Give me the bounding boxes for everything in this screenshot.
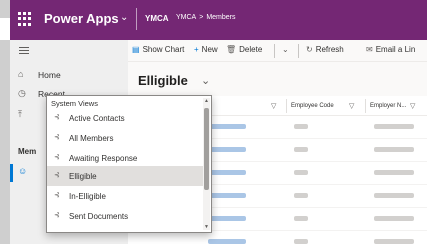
- column-divider: [365, 99, 366, 113]
- dropdown-scrollbar[interactable]: ▲ ▼: [203, 98, 210, 230]
- pin-icon: ⤒: [18, 109, 22, 119]
- view-option-awaiting-response[interactable]: ⊰ Awaiting Response: [47, 148, 203, 168]
- view-option-label: Active Contacts: [69, 114, 125, 123]
- cell-employer: [374, 216, 414, 221]
- scroll-up-icon[interactable]: ▲: [204, 98, 209, 104]
- column-header-employer-name[interactable]: Employer N...: [370, 103, 406, 109]
- command-bar: ▤ Show Chart + New 🗑 Delete ⌄ ↻ Refresh ✉ Ema…: [128, 40, 427, 62]
- refresh-icon: ↻: [306, 45, 313, 54]
- new-label: New: [201, 45, 218, 54]
- divider: [298, 44, 299, 58]
- background-window-edge: [0, 0, 10, 244]
- column-divider: [286, 99, 287, 113]
- pin-icon[interactable]: ⊰: [54, 171, 60, 179]
- view-option-label: Sent Documents: [69, 212, 129, 221]
- divider: [274, 44, 275, 58]
- org-name[interactable]: YMCA: [145, 14, 169, 23]
- pin-icon[interactable]: ⊰: [54, 133, 60, 141]
- view-option-sent-documents[interactable]: ⊰ Sent Documents: [47, 206, 203, 226]
- delete-label: Delete: [239, 45, 263, 54]
- chevron-down-icon[interactable]: ⌄: [120, 12, 128, 23]
- delete-button[interactable]: 🗑 Delete: [226, 45, 262, 54]
- new-button[interactable]: + New: [194, 45, 218, 54]
- view-option-all-members[interactable]: ⊰ All Members: [47, 128, 203, 148]
- breadcrumb: YMCA > Members: [176, 14, 236, 21]
- clock-icon: ◷: [18, 88, 26, 98]
- view-option-active-contacts[interactable]: ⊰ Active Contacts: [47, 108, 203, 128]
- top-bar: Power Apps ⌄ YMCA YMCA > Members: [10, 0, 427, 40]
- email-link-label: Email a Lin: [375, 45, 416, 54]
- filter-icon[interactable]: ▽: [410, 102, 415, 110]
- waffle-icon[interactable]: [18, 12, 32, 26]
- show-chart-label: Show Chart: [142, 45, 185, 54]
- cell-name-link[interactable]: [208, 124, 246, 129]
- hamburger-menu-icon[interactable]: [19, 47, 29, 56]
- dropdown-group-header: System Views: [51, 99, 98, 108]
- cell-employee-code: [294, 147, 308, 152]
- person-icon: ☺: [18, 166, 28, 176]
- pin-icon[interactable]: ⊰: [54, 113, 60, 121]
- pin-icon[interactable]: ⊰: [54, 211, 60, 219]
- cell-employee-code: [294, 124, 308, 129]
- cell-name-link[interactable]: [208, 239, 246, 244]
- cell-employer: [374, 147, 414, 152]
- view-selector-title[interactable]: Elligible: [138, 73, 188, 88]
- plus-icon: +: [194, 45, 199, 54]
- cell-employer: [374, 239, 414, 244]
- cell-employee-code: [294, 239, 308, 244]
- breadcrumb-item-app[interactable]: YMCA: [176, 14, 196, 21]
- cell-employee-code: [294, 170, 308, 175]
- chart-icon: ▤: [132, 45, 140, 54]
- email-icon: ✉: [366, 45, 373, 54]
- power-apps-window: Power Apps ⌄ YMCA YMCA > Members ⌂ Home ◷ …: [10, 0, 427, 244]
- email-link-button[interactable]: ✉ Email a Lin: [366, 45, 415, 54]
- cell-employee-code: [294, 193, 308, 198]
- cell-employer: [374, 170, 414, 175]
- cell-employee-code: [294, 216, 308, 221]
- scroll-down-icon[interactable]: ▼: [204, 224, 209, 230]
- view-option-label: In-Elligible: [69, 192, 106, 201]
- view-option-label: Elligible: [69, 172, 97, 181]
- cell-name-link[interactable]: [208, 147, 246, 152]
- background-window-gap: [0, 18, 10, 40]
- view-selector-dropdown: System Views ⊰ Active Contacts ⊰ All Mem…: [46, 95, 212, 233]
- trash-icon: 🗑: [226, 45, 237, 54]
- filter-icon[interactable]: ▽: [271, 102, 276, 110]
- pin-icon[interactable]: ⊰: [54, 153, 60, 161]
- app-title[interactable]: Power Apps: [44, 11, 119, 26]
- divider: [136, 8, 137, 30]
- view-option-in-elligible[interactable]: ⊰ In-Elligible: [47, 186, 203, 206]
- chevron-down-icon[interactable]: ⌄: [201, 74, 210, 87]
- filter-icon[interactable]: ▽: [349, 102, 354, 110]
- selection-indicator: [10, 164, 13, 182]
- nav-section-label: Mem: [18, 147, 37, 156]
- view-option-elligible[interactable]: ⊰ Elligible: [47, 166, 203, 186]
- cell-name-link[interactable]: [208, 170, 246, 175]
- refresh-label: Refresh: [315, 45, 344, 54]
- nav-item-label: Home: [38, 70, 61, 80]
- nav-item-home[interactable]: ⌂ Home: [10, 66, 128, 84]
- show-chart-button[interactable]: ▤ Show Chart: [132, 45, 184, 54]
- table-row[interactable]: [128, 232, 427, 244]
- view-option-label: Awaiting Response: [69, 154, 138, 163]
- pin-icon[interactable]: ⊰: [54, 191, 60, 199]
- cell-name-link[interactable]: [208, 193, 246, 198]
- refresh-button[interactable]: ↻ Refresh: [306, 45, 344, 54]
- view-option-label: All Members: [69, 134, 114, 143]
- cell-employer: [374, 124, 414, 129]
- scrollbar-thumb[interactable]: [204, 108, 209, 190]
- chevron-right-icon: >: [199, 14, 204, 21]
- home-icon: ⌂: [18, 69, 24, 79]
- cell-employer: [374, 193, 414, 198]
- cell-name-link[interactable]: [208, 216, 246, 221]
- breadcrumb-item-members[interactable]: Members: [206, 14, 235, 21]
- column-header-employee-code[interactable]: Employee Code: [291, 103, 334, 109]
- delete-dropdown-chevron[interactable]: ⌄: [282, 45, 289, 54]
